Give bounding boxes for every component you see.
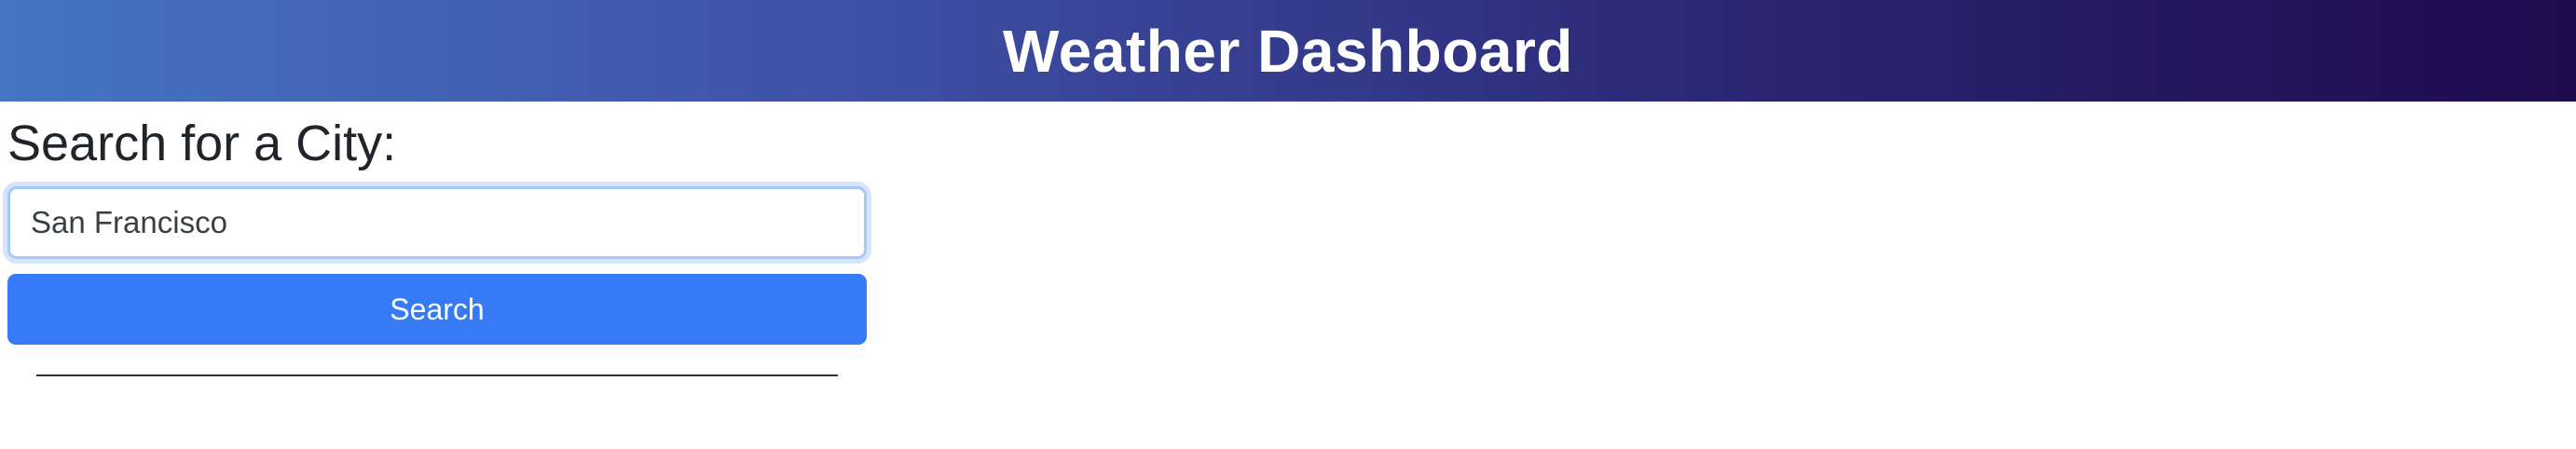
app-header: Weather Dashboard [0, 0, 2576, 102]
search-heading: Search for a City: [7, 116, 397, 171]
search-button[interactable]: Search [7, 274, 867, 345]
city-search-input[interactable] [7, 186, 867, 259]
divider [36, 374, 838, 376]
search-panel: Search for a City: Search [7, 110, 867, 376]
page-title: Weather Dashboard [1003, 17, 1573, 85]
